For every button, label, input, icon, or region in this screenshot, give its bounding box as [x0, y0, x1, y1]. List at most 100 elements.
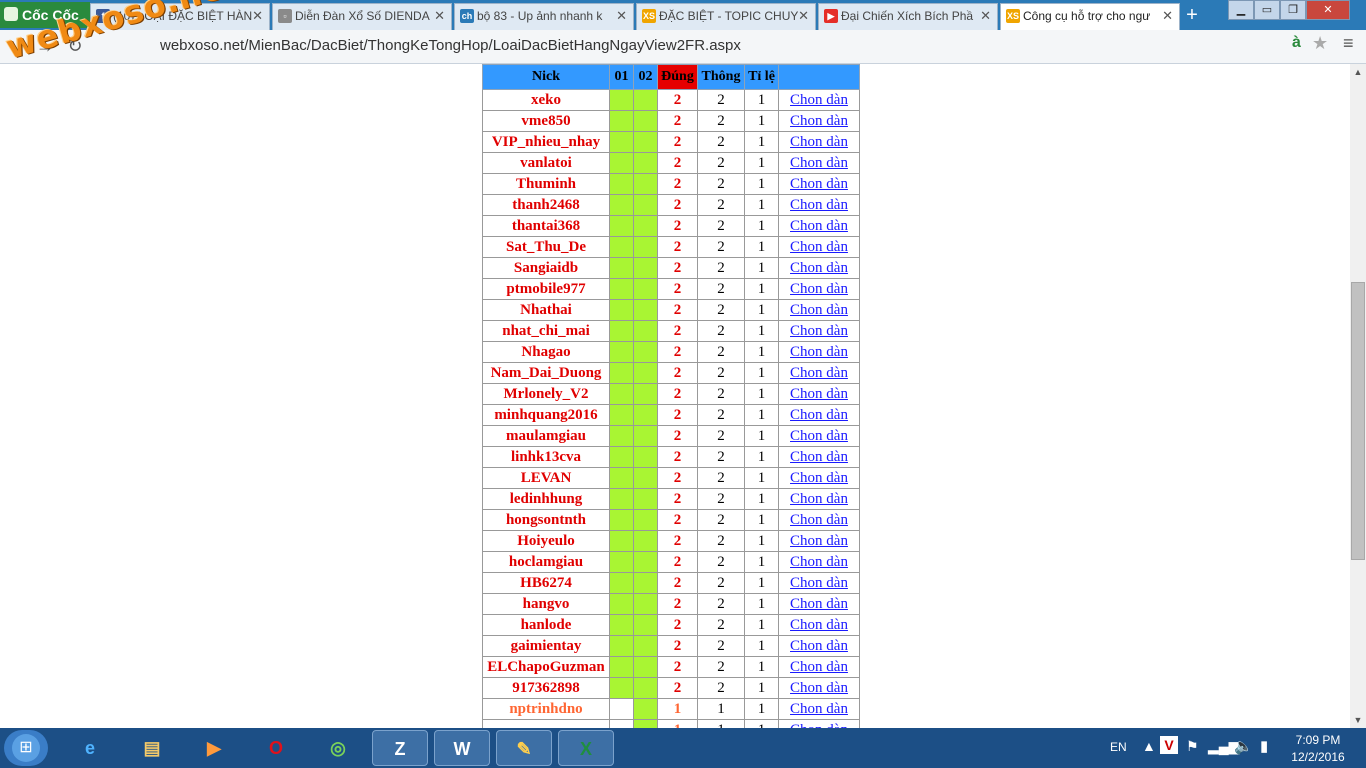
action-center-flag-icon[interactable]: ⚑	[1186, 738, 1199, 755]
action-cell: Chon dàn	[778, 110, 860, 132]
chon-dan-link[interactable]: Chon dàn	[790, 470, 848, 486]
table-row: ELChapoGuzman 2 2 1 Chon dàn	[482, 656, 860, 678]
windows-taskbar: ⊞ e ▤ ▶ O ◎ Z W ✎ X EN ▲ V ⚑ ▂▄▆ 🔈 ▮ 7:09 PM 12/…	[0, 728, 1366, 768]
ie-icon[interactable]: e	[62, 730, 118, 766]
chon-dan-link[interactable]: Chon dàn	[790, 575, 848, 591]
chon-dan-link[interactable]: Chon dàn	[790, 113, 848, 129]
excel-icon[interactable]: X	[558, 730, 614, 766]
browser-tab[interactable]: XS Công cụ hỗ trợ cho ngư ✕	[1000, 3, 1180, 30]
chon-dan-link[interactable]: Chon dàn	[790, 92, 848, 108]
chon-dan-link[interactable]: Chon dàn	[790, 197, 848, 213]
chon-dan-link[interactable]: Chon dàn	[790, 323, 848, 339]
ratio-cell: 1	[744, 278, 779, 300]
chon-dan-link[interactable]: Chon dàn	[790, 260, 848, 276]
volume-icon[interactable]: 🔈	[1234, 737, 1253, 755]
file-explorer-icon[interactable]: ▤	[124, 730, 180, 766]
nick-cell: Mrlonely_V2	[482, 383, 610, 405]
chon-dan-link[interactable]: Chon dàn	[790, 512, 848, 528]
coccoc-icon[interactable]: ◎	[310, 730, 366, 766]
chon-dan-link[interactable]: Chon dàn	[790, 407, 848, 423]
chon-dan-link[interactable]: Chon dàn	[790, 428, 848, 444]
hit-02-cell	[633, 530, 658, 552]
scroll-down-icon[interactable]: ▼	[1350, 712, 1366, 728]
chon-dan-link[interactable]: Chon dàn	[790, 680, 848, 696]
chon-dan-link[interactable]: Chon dàn	[790, 281, 848, 297]
close-tab-icon[interactable]: ✕	[980, 4, 991, 28]
nick-cell: thanh2468	[482, 194, 610, 216]
action-cell: Chon dàn	[778, 635, 860, 657]
chon-dan-link[interactable]: Chon dàn	[790, 365, 848, 381]
chon-dan-link[interactable]: Chon dàn	[790, 218, 848, 234]
ratio-cell: 1	[744, 614, 779, 636]
ratio-cell: 1	[744, 509, 779, 531]
table-row: Sat_Thu_De 2 2 1 Chon dàn	[482, 236, 860, 258]
total-cell: 2	[697, 152, 745, 174]
browser-tab[interactable]: ▶ Đại Chiến Xích Bích Phầ ✕	[818, 3, 998, 30]
close-tab-icon[interactable]: ✕	[798, 4, 809, 28]
hit-01-cell	[609, 215, 634, 237]
restore-button[interactable]: ❐	[1280, 0, 1306, 20]
new-tab-button[interactable]: +	[1180, 4, 1204, 26]
chon-dan-link[interactable]: Chon dàn	[790, 701, 848, 717]
word-icon[interactable]: W	[434, 730, 490, 766]
chon-dan-link[interactable]: Chon dàn	[790, 386, 848, 402]
chon-dan-link[interactable]: Chon dàn	[790, 155, 848, 171]
close-tab-icon[interactable]: ✕	[1162, 4, 1173, 28]
clock-date[interactable]: 12/2/2016	[1290, 750, 1346, 764]
clock-time[interactable]: 7:09 PM	[1290, 733, 1346, 747]
chon-dan-link[interactable]: Chon dàn	[790, 491, 848, 507]
action-cell: Chon dàn	[778, 404, 860, 426]
coccoc-logo-icon	[4, 7, 18, 21]
ratio-cell: 1	[744, 635, 779, 657]
close-tab-icon[interactable]: ✕	[252, 4, 263, 28]
hit-01-cell	[609, 362, 634, 384]
chon-dan-link[interactable]: Chon dàn	[790, 239, 848, 255]
chon-dan-link[interactable]: Chon dàn	[790, 659, 848, 675]
nick-cell: Nhagao	[482, 341, 610, 363]
table-row: hoclamgiau 2 2 1 Chon dàn	[482, 551, 860, 573]
battery-icon[interactable]: ▮	[1260, 737, 1268, 755]
close-tab-icon[interactable]: ✕	[616, 4, 627, 28]
paint-icon[interactable]: ✎	[496, 730, 552, 766]
media-player-icon[interactable]: ▶	[186, 730, 242, 766]
chon-dan-link[interactable]: Chon dàn	[790, 302, 848, 318]
hit-02-cell	[633, 425, 658, 447]
chon-dan-link[interactable]: Chon dàn	[790, 176, 848, 192]
ratio-cell: 1	[744, 341, 779, 363]
opera-icon[interactable]: O	[248, 730, 304, 766]
chon-dan-link[interactable]: Chon dàn	[790, 554, 848, 570]
show-hidden-icons-icon[interactable]: ▲	[1142, 738, 1156, 754]
hit-02-cell	[633, 110, 658, 132]
scroll-thumb[interactable]	[1351, 282, 1365, 560]
chon-dan-link[interactable]: Chon dàn	[790, 449, 848, 465]
browser-tab[interactable]: ch bộ 83 - Up ảnh nhanh k ✕	[454, 3, 634, 30]
chon-dan-link[interactable]: Chon dàn	[790, 617, 848, 633]
browser-tab[interactable]: XS ĐẶC BIỆT - TOPIC CHUY ✕	[636, 3, 816, 30]
chon-dan-link[interactable]: Chon dàn	[790, 533, 848, 549]
address-bar[interactable]: webxoso.net/MienBac/DacBiet/ThongKeTongH…	[98, 34, 1338, 58]
vertical-scrollbar[interactable]: ▲ ▼	[1350, 64, 1366, 728]
chon-dan-link[interactable]: Chon dàn	[790, 344, 848, 360]
bookmark-star-icon[interactable]: ★	[1312, 33, 1328, 54]
menu-icon[interactable]: ≡	[1343, 33, 1354, 54]
close-tab-icon[interactable]: ✕	[434, 4, 445, 28]
start-button[interactable]: ⊞	[4, 730, 48, 766]
language-indicator[interactable]: EN	[1110, 740, 1127, 754]
browser-tab[interactable]: ▫ Diễn Đàn Xổ Số DIENDA ✕	[272, 3, 452, 30]
total-cell: 2	[697, 677, 745, 699]
close-window-button[interactable]: ✕	[1306, 0, 1350, 20]
browser-toolbar: ← → ↻ webxoso.net/MienBac/DacBiet/ThongK…	[0, 30, 1366, 64]
correct-cell: 1	[657, 719, 698, 728]
user-button[interactable]: ▭	[1254, 0, 1280, 20]
chon-dan-link[interactable]: Chon dàn	[790, 596, 848, 612]
chon-dan-link[interactable]: Chon dàn	[790, 638, 848, 654]
minimize-button[interactable]: ▁	[1228, 0, 1254, 20]
chon-dan-link[interactable]: Chon dàn	[790, 134, 848, 150]
translate-icon[interactable]: à	[1292, 34, 1301, 52]
table-row: 917362898 2 2 1 Chon dàn	[482, 677, 860, 699]
action-cell: Chon dàn	[778, 341, 860, 363]
scroll-up-icon[interactable]: ▲	[1350, 64, 1366, 80]
vivaldi-tray-icon[interactable]: V	[1160, 736, 1178, 754]
total-cell: 1	[697, 698, 745, 720]
zalo-icon[interactable]: Z	[372, 730, 428, 766]
